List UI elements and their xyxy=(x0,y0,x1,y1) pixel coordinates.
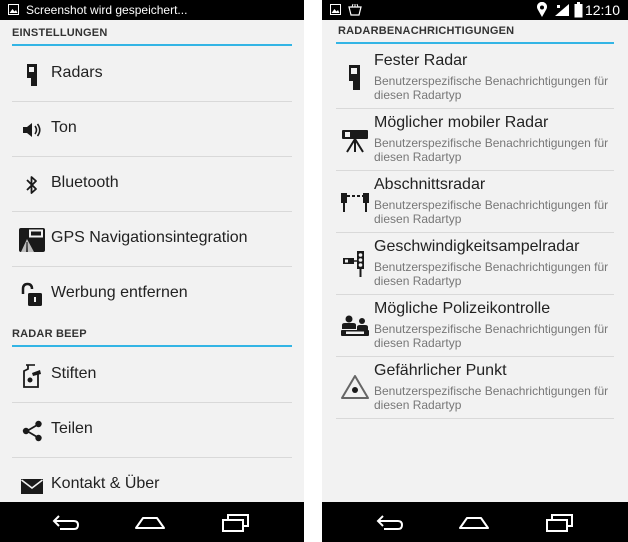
status-bar: Screenshot wird gespeichert... xyxy=(0,0,304,20)
bluetooth-icon xyxy=(26,176,37,194)
unlock-icon xyxy=(21,282,42,306)
status-notification-text: Screenshot wird gespeichert... xyxy=(26,3,188,17)
app-item-share[interactable]: Teilen xyxy=(12,403,292,458)
settings-item-label: Radars xyxy=(51,64,103,81)
radar-type-police[interactable]: Mögliche Polizeikontrolle Benutzerspezif… xyxy=(336,294,614,357)
danger-point-icon xyxy=(341,375,369,399)
settings-screen: Screenshot wird gespeichert... EINSTELLU… xyxy=(0,0,304,542)
radar-camera-icon xyxy=(27,64,37,86)
signal-icon xyxy=(555,4,569,16)
fixed-radar-icon xyxy=(349,65,360,90)
radar-type-section[interactable]: Abschnittsradar Benutzerspezifische Bena… xyxy=(336,170,614,233)
radar-type-fixed[interactable]: Fester Radar Benutzerspezifische Benachr… xyxy=(336,46,614,109)
app-item-label: Teilen xyxy=(51,420,93,437)
radar-type-subtitle: Benutzerspezifische Benachrichtigungen f… xyxy=(374,136,609,164)
location-icon xyxy=(537,2,547,17)
back-icon[interactable] xyxy=(374,510,406,534)
settings-item-ton[interactable]: Ton xyxy=(12,102,292,157)
app-item-label: Stiften xyxy=(51,365,97,382)
mail-icon xyxy=(21,479,43,494)
section-divider xyxy=(12,44,292,46)
app-item-donate[interactable]: Stiften xyxy=(12,348,292,403)
recent-apps-icon[interactable] xyxy=(220,510,252,534)
screenshot-notification-icon xyxy=(8,4,19,15)
settings-item-label: GPS Navigationsintegration xyxy=(51,229,248,246)
section-divider xyxy=(12,345,292,347)
settings-item-label: Ton xyxy=(51,119,77,136)
radar-type-subtitle: Benutzerspezifische Benachrichtigungen f… xyxy=(374,74,609,102)
radar-type-title: Gefährlicher Punkt xyxy=(374,362,507,379)
radar-type-danger[interactable]: Gefährlicher Punkt Benutzerspezifische B… xyxy=(336,356,614,419)
settings-item-label: Werbung entfernen xyxy=(51,284,188,301)
settings-item-bluetooth[interactable]: Bluetooth xyxy=(12,157,292,212)
battery-icon xyxy=(574,2,583,18)
section-divider xyxy=(336,42,614,44)
police-control-icon xyxy=(341,315,369,336)
radar-type-title: Fester Radar xyxy=(374,52,468,69)
status-bar: 12:10 xyxy=(322,0,628,20)
settings-item-label: Bluetooth xyxy=(51,174,119,191)
speaker-icon xyxy=(23,123,41,137)
radar-type-subtitle: Benutzerspezifische Benachrichtigungen f… xyxy=(374,384,609,412)
mobile-radar-icon xyxy=(342,130,368,153)
share-icon xyxy=(22,420,42,442)
radar-type-subtitle: Benutzerspezifische Benachrichtigungen f… xyxy=(374,260,609,288)
settings-item-remove-ads[interactable]: Werbung entfernen xyxy=(12,267,292,321)
radar-type-traffic-light[interactable]: Geschwindigkeitsampelradar Benutzerspezi… xyxy=(336,232,614,295)
section-header-radar-notifications: RADARBENACHRICHTIGUNGEN xyxy=(338,25,515,37)
radar-notifications-screen: 12:10 RADARBENACHRICHTIGUNGEN Fester Rad… xyxy=(322,0,628,542)
gps-navigation-icon xyxy=(19,228,45,252)
radar-type-title: Abschnittsradar xyxy=(374,176,486,193)
app-notification-icon xyxy=(348,3,362,16)
home-icon[interactable] xyxy=(134,510,166,534)
status-clock: 12:10 xyxy=(584,2,620,18)
section-header-settings: EINSTELLUNGEN xyxy=(12,27,108,39)
back-icon[interactable] xyxy=(50,510,82,534)
radar-type-subtitle: Benutzerspezifische Benachrichtigungen f… xyxy=(374,322,609,350)
app-item-label: Kontakt & Über xyxy=(51,475,160,492)
radar-type-subtitle: Benutzerspezifische Benachrichtigungen f… xyxy=(374,198,609,226)
radar-type-title: Geschwindigkeitsampelradar xyxy=(374,238,580,255)
home-icon[interactable] xyxy=(458,510,490,534)
navigation-bar xyxy=(322,502,628,542)
radar-type-mobile[interactable]: Möglicher mobiler Radar Benutzerspezifis… xyxy=(336,108,614,171)
settings-item-gps[interactable]: GPS Navigationsintegration xyxy=(12,212,292,267)
section-radar-icon xyxy=(341,193,369,212)
settings-item-radars[interactable]: Radars xyxy=(12,47,292,102)
radar-type-title: Mögliche Polizeikontrolle xyxy=(374,300,551,317)
traffic-light-radar-icon xyxy=(343,251,364,277)
section-header-radar-beep: RADAR BEEP xyxy=(12,328,87,340)
radar-type-title: Möglicher mobiler Radar xyxy=(374,114,549,131)
screenshot-notification-icon xyxy=(330,4,341,15)
navigation-bar xyxy=(0,502,304,542)
donate-icon xyxy=(23,364,41,388)
recent-apps-icon[interactable] xyxy=(544,510,576,534)
